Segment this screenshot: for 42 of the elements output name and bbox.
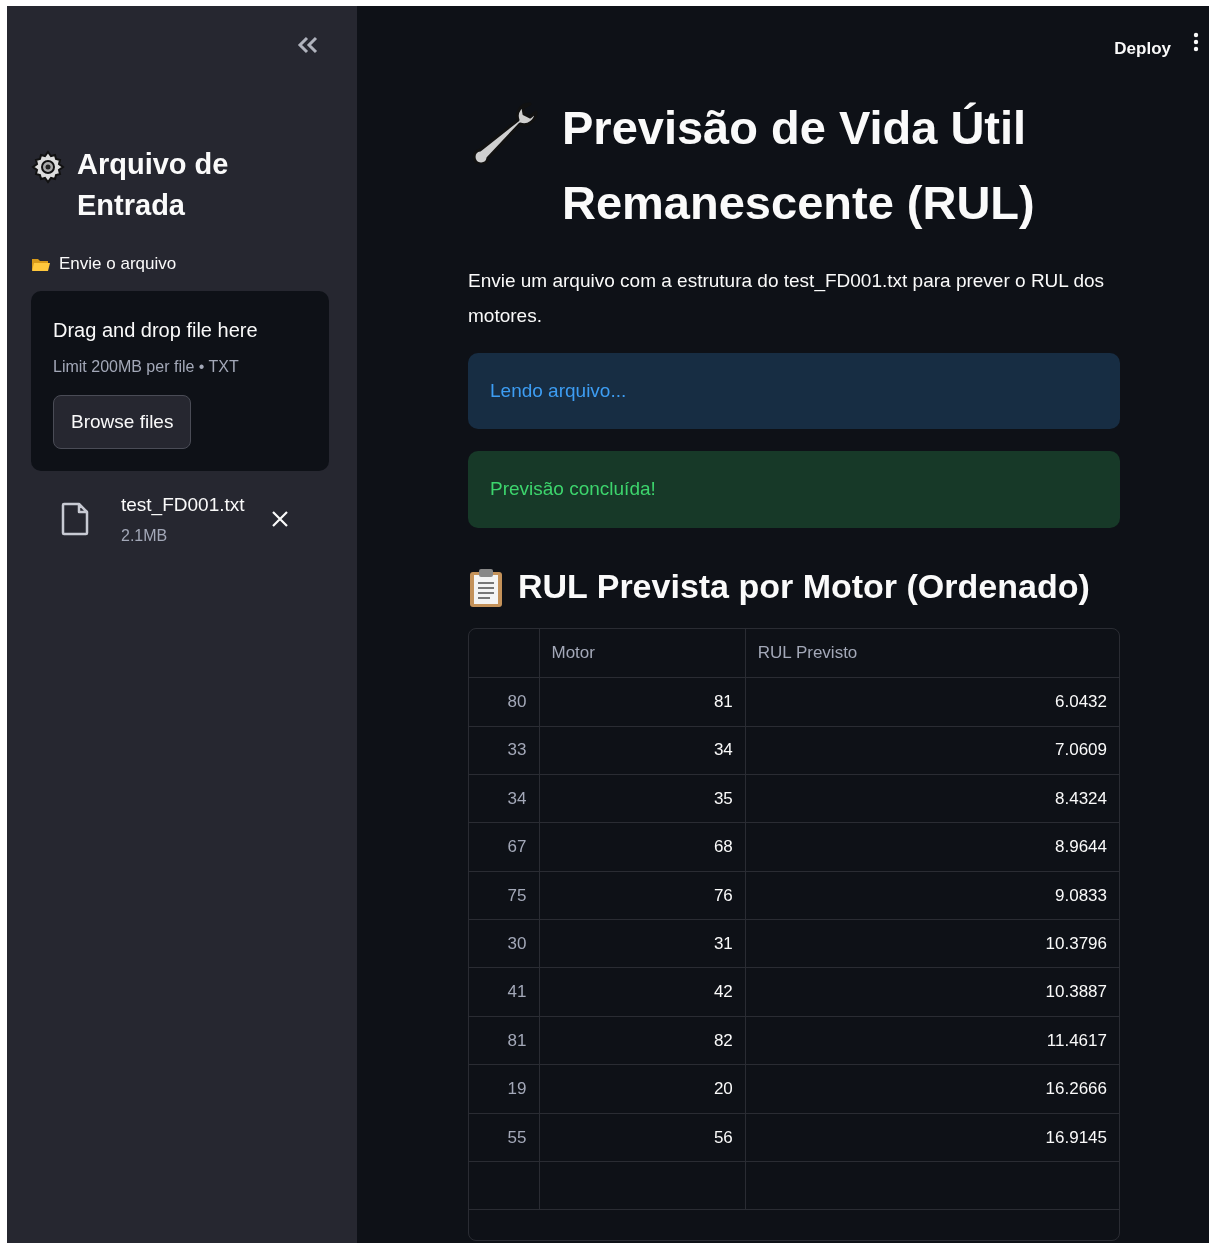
- more-options-icon[interactable]: [1193, 32, 1199, 52]
- page-title: Previsão de Vida Útil Remanescente (RUL): [562, 100, 1036, 232]
- table-cell: 42: [539, 968, 746, 1017]
- row-index: 19: [469, 1064, 539, 1114]
- row-index: 41: [469, 968, 539, 1017]
- info-alert: Lendo arquivo...: [468, 352, 1120, 430]
- row-index: 80: [469, 677, 539, 727]
- browse-files-button[interactable]: Browse files: [53, 394, 192, 450]
- file-size: 2.1MB: [121, 525, 169, 546]
- success-alert: Previsão concluída!: [468, 451, 1120, 528]
- description-text: Envie um arquivo com a estrutura do test_FD001.txt para prever o RUL dos motores.: [468, 269, 1106, 328]
- sidebar-title: Arquivo de Entrada: [77, 147, 230, 223]
- table-title: RUL Prevista por Motor (Ordenado): [518, 565, 1090, 607]
- remove-file-close-icon[interactable]: [270, 510, 289, 529]
- column-header[interactable]: Motor: [539, 628, 746, 678]
- file-icon: [61, 502, 89, 537]
- row-index: 33: [469, 726, 539, 775]
- deploy-button[interactable]: Deploy: [1114, 32, 1171, 66]
- clipboard-icon: [468, 567, 504, 608]
- column-header[interactable]: RUL Previsto: [745, 628, 1119, 678]
- row-index: 30: [469, 919, 539, 968]
- row-index: 81: [469, 1016, 539, 1065]
- table-cell: 31: [539, 919, 746, 968]
- table-cell: 82: [539, 1016, 746, 1065]
- table-cell: 56: [539, 1113, 746, 1162]
- table-cell: 34: [539, 726, 746, 775]
- file-name: test_FD001.txt: [121, 493, 245, 518]
- table-cell: 20: [539, 1064, 746, 1114]
- table-cell: 81: [539, 677, 746, 727]
- collapse-sidebar-icon[interactable]: [297, 36, 319, 54]
- row-index: 75: [469, 871, 539, 920]
- drop-zone-hint: Limit 200MB per file • TXT: [53, 356, 240, 377]
- table-cell: 35: [539, 774, 746, 823]
- row-index: 34: [469, 774, 539, 823]
- uploader-label: Envie o arquivo: [59, 253, 177, 276]
- table-cell: 76: [539, 871, 746, 920]
- row-index: 55: [469, 1113, 539, 1162]
- file-drop-zone[interactable]: Drag and drop file here Limit 200MB per file • TXT Browse files: [31, 290, 329, 472]
- row-index: 67: [469, 822, 539, 872]
- drop-zone-title: Drag and drop file here: [53, 317, 259, 343]
- gear-icon: [31, 150, 65, 184]
- table-cell: 68: [539, 822, 746, 872]
